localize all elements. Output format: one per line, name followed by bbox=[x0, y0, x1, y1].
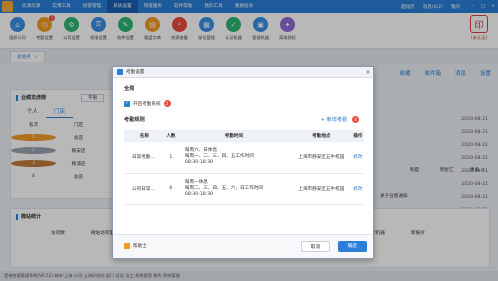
dialog-footer: 帮助士 取消 确定 bbox=[113, 234, 373, 258]
close-icon[interactable]: × bbox=[363, 69, 373, 76]
col-time: 考勤时间 bbox=[176, 130, 291, 142]
rules-table: 名称 人数 考勤时间 考勤地点 操作 日常考勤... 1 每周六、日休息 每周一、… bbox=[124, 130, 364, 205]
help-link[interactable]: 帮助士 bbox=[124, 243, 147, 249]
checkbox-icon[interactable]: ✓ bbox=[124, 100, 130, 107]
attendance-dialog: 考勤设置 × 全局 ✓ 开启考勤系统 2 考勤规则 + 新增考勤 4 名称 人数… bbox=[112, 66, 374, 259]
add-rule-button[interactable]: + 新增考勤 4 bbox=[321, 116, 359, 123]
section-rules: 考勤规则 bbox=[124, 117, 145, 123]
cancel-button[interactable]: 取消 bbox=[301, 241, 330, 252]
dialog-title: 考勤设置 bbox=[126, 70, 145, 75]
table-row: 日常考勤... 1 每周六、日休息 每周一、二、三、四、五工作时间 08:30-18… bbox=[124, 142, 364, 174]
section-global: 全局 bbox=[124, 86, 135, 92]
help-icon bbox=[124, 243, 130, 249]
dialog-header: 考勤设置 × bbox=[113, 67, 373, 78]
col-name: 名称 bbox=[124, 130, 165, 142]
col-op: 操作 bbox=[351, 130, 364, 142]
edit-button[interactable]: 修改 bbox=[351, 142, 364, 174]
edit-button[interactable]: 修改 bbox=[351, 173, 364, 205]
col-place: 考勤地点 bbox=[290, 130, 352, 142]
col-count: 人数 bbox=[164, 130, 177, 142]
step-badge: 2 bbox=[163, 100, 171, 107]
enable-attendance-checkbox[interactable]: ✓ 开启考勤系统 2 bbox=[124, 100, 171, 107]
step-badge: 4 bbox=[352, 116, 359, 123]
confirm-button[interactable]: 确定 bbox=[338, 241, 367, 252]
dialog-icon bbox=[117, 69, 123, 75]
table-row: 公司日常... 6 每周一休息 每周二、三、四、五、六、日工作时间 08:30-18… bbox=[124, 173, 364, 205]
